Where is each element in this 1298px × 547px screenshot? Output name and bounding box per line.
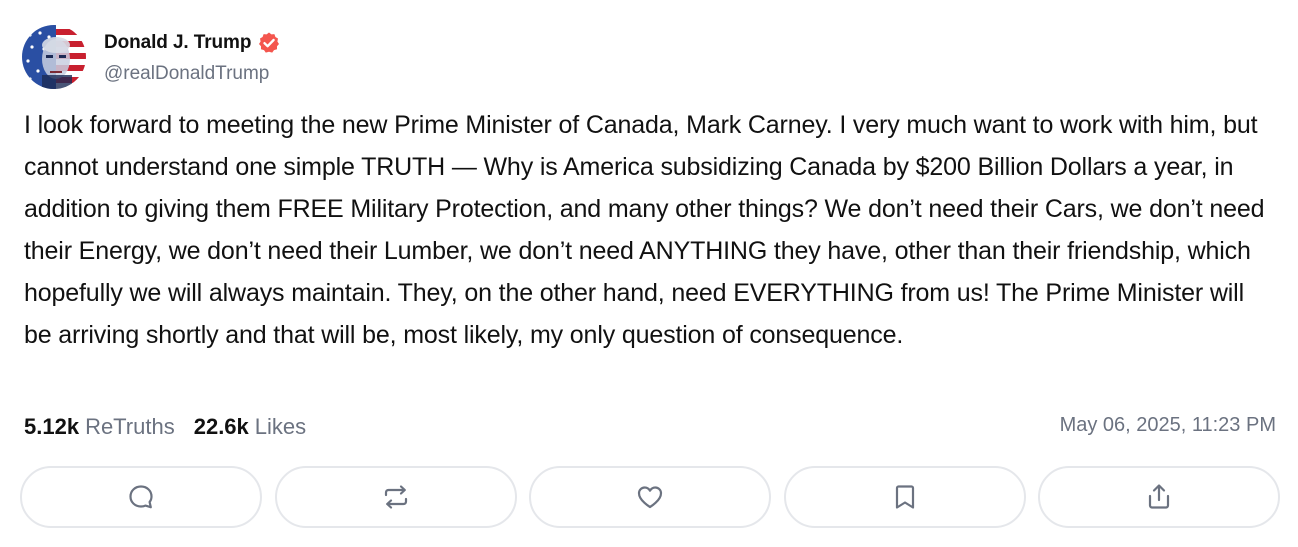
likes-label: Likes — [254, 414, 307, 439]
like-button[interactable] — [529, 466, 771, 528]
post-header: Donald J. Trump @realDonaldTrump — [22, 25, 281, 89]
verified-badge-icon — [257, 31, 281, 55]
repost-icon — [384, 485, 407, 509]
bookmark-button[interactable] — [783, 466, 1026, 528]
retruths-label: ReTruths — [85, 414, 175, 439]
author-avatar[interactable] — [22, 25, 86, 89]
heart-icon — [637, 486, 663, 509]
author-display-name[interactable]: Donald J. Trump — [104, 32, 251, 54]
comment-icon — [129, 485, 153, 509]
share-icon — [1148, 484, 1170, 509]
retruths-count: 5.12k — [24, 414, 80, 439]
reply-button[interactable] — [20, 466, 262, 528]
author-info: Donald J. Trump @realDonaldTrump — [104, 29, 281, 86]
post-timestamp[interactable]: May 06, 2025, 11:23 PM — [1060, 414, 1276, 437]
post-body-text: I look forward to meeting the new Prime … — [24, 111, 1265, 349]
bookmark-icon — [895, 485, 914, 509]
author-handle[interactable]: @realDonaldTrump — [104, 62, 281, 86]
avatar-image — [22, 25, 86, 89]
share-button[interactable] — [1038, 466, 1280, 528]
name-row: Donald J. Trump — [104, 29, 281, 57]
truth-post: Donald J. Trump @realDonaldTrump I look … — [0, 0, 1298, 547]
post-stats: 5.12k ReTruths 22.6k Likes — [24, 412, 325, 442]
retruth-button[interactable] — [274, 466, 517, 528]
post-actions — [20, 466, 1280, 528]
likes-count: 22.6k — [193, 414, 249, 439]
likes-stat[interactable]: 22.6k Likes — [194, 414, 306, 440]
retruths-stat[interactable]: 5.12k ReTruths — [24, 414, 175, 440]
